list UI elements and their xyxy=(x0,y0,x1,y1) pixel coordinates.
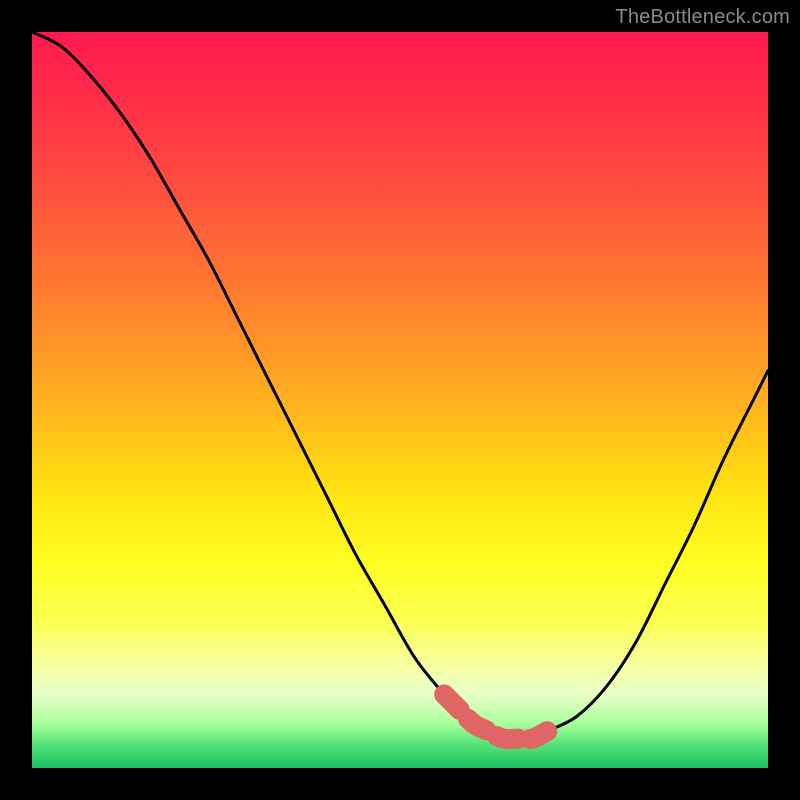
watermark-text: TheBottleneck.com xyxy=(615,6,790,29)
curve-line xyxy=(32,32,768,739)
curve-highlight xyxy=(444,694,547,739)
chart-frame: TheBottleneck.com xyxy=(0,0,800,800)
chart-plot-area xyxy=(32,32,768,768)
bottleneck-curve xyxy=(32,32,768,768)
